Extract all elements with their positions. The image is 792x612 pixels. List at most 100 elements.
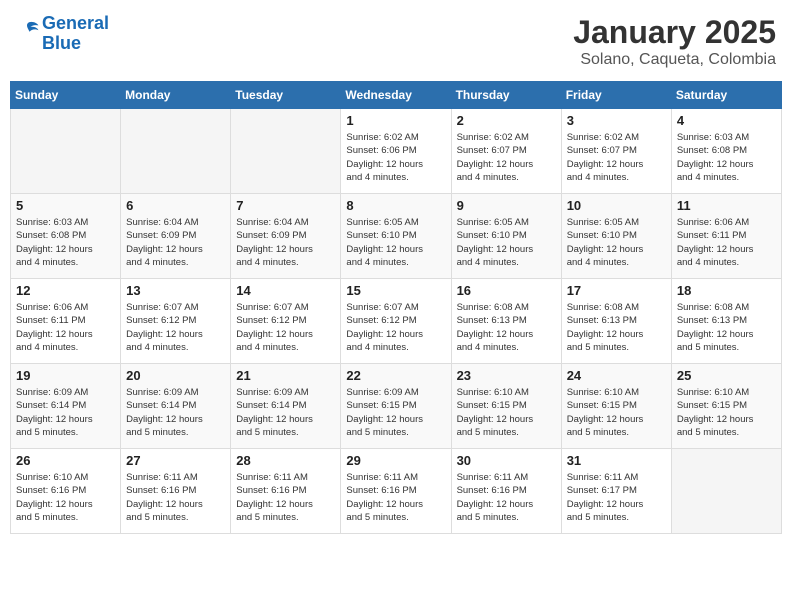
day-number: 31 [567,453,666,468]
day-info: Sunrise: 6:04 AM Sunset: 6:09 PM Dayligh… [126,216,225,269]
day-info: Sunrise: 6:05 AM Sunset: 6:10 PM Dayligh… [567,216,666,269]
day-number: 9 [457,198,556,213]
day-info: Sunrise: 6:08 AM Sunset: 6:13 PM Dayligh… [457,301,556,354]
day-number: 25 [677,368,776,383]
day-number: 16 [457,283,556,298]
title-section: January 2025 Solano, Caqueta, Colombia [573,14,776,69]
weekday-header: Wednesday [341,82,451,109]
day-number: 10 [567,198,666,213]
calendar-cell: 20Sunrise: 6:09 AM Sunset: 6:14 PM Dayli… [121,364,231,449]
day-info: Sunrise: 6:03 AM Sunset: 6:08 PM Dayligh… [677,131,776,184]
calendar-cell: 23Sunrise: 6:10 AM Sunset: 6:15 PM Dayli… [451,364,561,449]
calendar-cell: 2Sunrise: 6:02 AM Sunset: 6:07 PM Daylig… [451,109,561,194]
day-number: 7 [236,198,335,213]
day-info: Sunrise: 6:07 AM Sunset: 6:12 PM Dayligh… [236,301,335,354]
day-info: Sunrise: 6:05 AM Sunset: 6:10 PM Dayligh… [346,216,445,269]
day-number: 30 [457,453,556,468]
weekday-header: Sunday [11,82,121,109]
day-info: Sunrise: 6:11 AM Sunset: 6:16 PM Dayligh… [346,471,445,524]
day-number: 17 [567,283,666,298]
month-title: January 2025 [573,14,776,51]
day-number: 28 [236,453,335,468]
calendar-cell: 4 Sunrise: 6:03 AM Sunset: 6:08 PM Daylig… [671,109,781,194]
weekday-header: Tuesday [231,82,341,109]
calendar-cell: 17 Sunrise: 6:08 AM Sunset: 6:13 PM Dayli… [561,279,671,364]
day-number: 18 [677,283,776,298]
calendar-cell: 12 Sunrise: 6:06 AM Sunset: 6:11 PM Dayli… [11,279,121,364]
calendar-week-row: 5 Sunrise: 6:03 AM Sunset: 6:08 PM Daylig… [11,194,782,279]
day-info: Sunrise: 6:09 AM Sunset: 6:14 PM Dayligh… [236,386,335,439]
calendar-cell: 24Sunrise: 6:10 AM Sunset: 6:15 PM Dayli… [561,364,671,449]
day-info: Sunrise: 6:08 AM Sunset: 6:13 PM Dayligh… [567,301,666,354]
day-number: 11 [677,198,776,213]
calendar-cell: 25Sunrise: 6:10 AM Sunset: 6:15 PM Dayli… [671,364,781,449]
calendar-cell: 11 Sunrise: 6:06 AM Sunset: 6:11 PM Dayli… [671,194,781,279]
calendar-cell: 18 Sunrise: 6:08 AM Sunset: 6:13 PM Dayli… [671,279,781,364]
day-info: Sunrise: 6:11 AM Sunset: 6:16 PM Dayligh… [126,471,225,524]
day-info: Sunrise: 6:06 AM Sunset: 6:11 PM Dayligh… [677,216,776,269]
calendar-cell: 21 Sunrise: 6:09 AM Sunset: 6:14 PM Dayli… [231,364,341,449]
day-info: Sunrise: 6:02 AM Sunset: 6:07 PM Dayligh… [567,131,666,184]
day-number: 26 [16,453,115,468]
location-subtitle: Solano, Caqueta, Colombia [573,51,776,69]
calendar-week-row: 12 Sunrise: 6:06 AM Sunset: 6:11 PM Dayli… [11,279,782,364]
day-number: 21 [236,368,335,383]
calendar-cell: 31Sunrise: 6:11 AM Sunset: 6:17 PM Dayli… [561,449,671,534]
day-number: 1 [346,113,445,128]
calendar-cell [231,109,341,194]
day-number: 4 [677,113,776,128]
calendar-table: SundayMondayTuesdayWednesdayThursdayFrid… [10,81,782,534]
day-number: 6 [126,198,225,213]
calendar-cell: 30 Sunrise: 6:11 AM Sunset: 6:16 PM Dayli… [451,449,561,534]
calendar-cell: 13 Sunrise: 6:07 AM Sunset: 6:12 PM Dayli… [121,279,231,364]
day-info: Sunrise: 6:06 AM Sunset: 6:11 PM Dayligh… [16,301,115,354]
calendar-week-row: 1 Sunrise: 6:02 AM Sunset: 6:06 PM Daylig… [11,109,782,194]
day-info: Sunrise: 6:02 AM Sunset: 6:06 PM Dayligh… [346,131,445,184]
day-number: 19 [16,368,115,383]
weekday-header: Monday [121,82,231,109]
weekday-header: Friday [561,82,671,109]
day-info: Sunrise: 6:04 AM Sunset: 6:09 PM Dayligh… [236,216,335,269]
weekday-header: Thursday [451,82,561,109]
calendar-cell [121,109,231,194]
calendar-cell: 28 Sunrise: 6:11 AM Sunset: 6:16 PM Dayli… [231,449,341,534]
day-info: Sunrise: 6:05 AM Sunset: 6:10 PM Dayligh… [457,216,556,269]
day-info: Sunrise: 6:09 AM Sunset: 6:14 PM Dayligh… [16,386,115,439]
day-info: Sunrise: 6:08 AM Sunset: 6:13 PM Dayligh… [677,301,776,354]
weekday-header: Saturday [671,82,781,109]
day-number: 13 [126,283,225,298]
day-info: Sunrise: 6:11 AM Sunset: 6:16 PM Dayligh… [236,471,335,524]
calendar-cell: 26 Sunrise: 6:10 AM Sunset: 6:16 PM Dayli… [11,449,121,534]
calendar-cell: 5 Sunrise: 6:03 AM Sunset: 6:08 PM Daylig… [11,194,121,279]
day-info: Sunrise: 6:07 AM Sunset: 6:12 PM Dayligh… [126,301,225,354]
calendar-cell [11,109,121,194]
logo-line1: General [42,14,109,34]
day-number: 12 [16,283,115,298]
day-info: Sunrise: 6:02 AM Sunset: 6:07 PM Dayligh… [457,131,556,184]
day-info: Sunrise: 6:10 AM Sunset: 6:16 PM Dayligh… [16,471,115,524]
day-info: Sunrise: 6:03 AM Sunset: 6:08 PM Dayligh… [16,216,115,269]
day-number: 24 [567,368,666,383]
calendar-cell: 27 Sunrise: 6:11 AM Sunset: 6:16 PM Dayli… [121,449,231,534]
day-info: Sunrise: 6:11 AM Sunset: 6:16 PM Dayligh… [457,471,556,524]
day-number: 22 [346,368,445,383]
day-number: 23 [457,368,556,383]
day-number: 14 [236,283,335,298]
calendar-cell: 8Sunrise: 6:05 AM Sunset: 6:10 PM Daylig… [341,194,451,279]
calendar-cell: 15Sunrise: 6:07 AM Sunset: 6:12 PM Dayli… [341,279,451,364]
day-number: 27 [126,453,225,468]
calendar-cell: 14 Sunrise: 6:07 AM Sunset: 6:12 PM Dayli… [231,279,341,364]
day-number: 3 [567,113,666,128]
day-number: 15 [346,283,445,298]
logo-line2: Blue [42,34,109,54]
calendar-cell: 7 Sunrise: 6:04 AM Sunset: 6:09 PM Daylig… [231,194,341,279]
calendar-cell: 16 Sunrise: 6:08 AM Sunset: 6:13 PM Dayli… [451,279,561,364]
day-info: Sunrise: 6:09 AM Sunset: 6:14 PM Dayligh… [126,386,225,439]
calendar-week-row: 19 Sunrise: 6:09 AM Sunset: 6:14 PM Dayli… [11,364,782,449]
page-header: General Blue January 2025 Solano, Caquet… [10,10,782,73]
weekday-header-row: SundayMondayTuesdayWednesdayThursdayFrid… [11,82,782,109]
calendar-week-row: 26 Sunrise: 6:10 AM Sunset: 6:16 PM Dayli… [11,449,782,534]
day-number: 5 [16,198,115,213]
calendar-cell: 29Sunrise: 6:11 AM Sunset: 6:16 PM Dayli… [341,449,451,534]
day-info: Sunrise: 6:09 AM Sunset: 6:15 PM Dayligh… [346,386,445,439]
